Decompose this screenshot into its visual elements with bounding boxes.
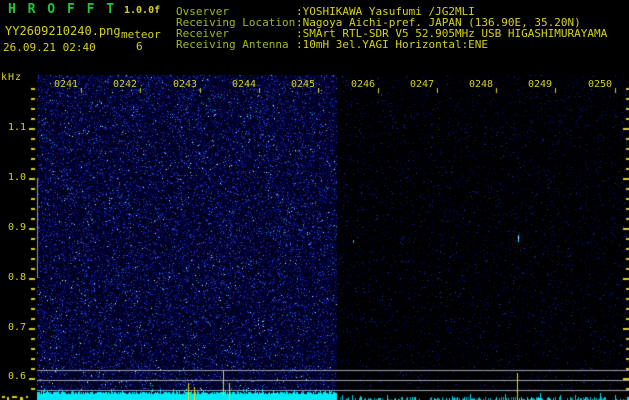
x-tick-label: 0247 <box>410 79 435 90</box>
y-tick-label: 1.1 <box>8 122 27 133</box>
x-tick-label: 0248 <box>469 79 494 90</box>
datetime-label: 26.09.21 02:40 <box>3 41 96 54</box>
x-tick-label: 0244 <box>232 79 257 90</box>
x-tick-label: 0246 <box>351 79 376 90</box>
output-filename: YY2609210240.png <box>5 24 121 38</box>
hrofft-screen: H R O F F T 1.0.0f YY2609210240.png mete… <box>0 0 629 400</box>
y-tick-label: 0.6 <box>8 371 27 382</box>
header-row-label: Receiving Antenna <box>176 38 289 51</box>
y-tick-label: 0.9 <box>8 222 27 233</box>
app-version: 1.0.0f <box>124 5 161 16</box>
x-tick-label: 0249 <box>528 79 553 90</box>
spectrogram-canvas <box>0 70 629 400</box>
x-tick-label: 0241 <box>54 79 79 90</box>
x-tick-label: 0250 <box>588 79 613 90</box>
y-tick-label: 0.8 <box>8 272 27 283</box>
y-tick-label: 1.0 <box>8 172 27 183</box>
x-tick-label: 0243 <box>173 79 198 90</box>
y-axis-unit: kHz <box>1 72 23 83</box>
header-row-value: :10mH 3el.YAGI Horizontal:ENE <box>296 38 489 51</box>
x-tick-label: 0242 <box>113 79 138 90</box>
meteor-count: 6 <box>136 40 143 53</box>
x-tick-label: 0245 <box>291 79 316 90</box>
app-title: H R O F F T <box>8 2 117 17</box>
y-tick-label: 0.7 <box>8 322 27 333</box>
